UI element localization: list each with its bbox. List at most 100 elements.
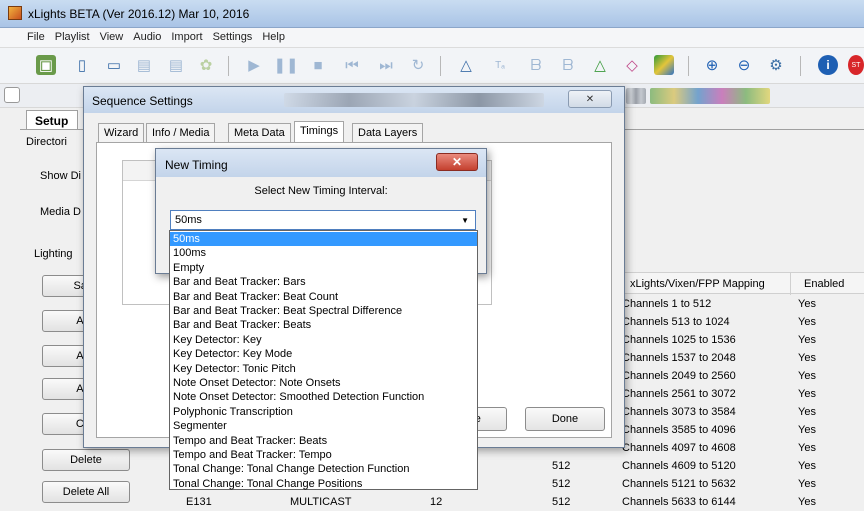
toolbar-separator — [688, 56, 689, 76]
dropdown-option[interactable]: Bar and Beat Tracker: Beats — [170, 318, 477, 332]
menu-bar: File Playlist View Audio Import Settings Help — [0, 28, 864, 48]
mapping-cell: Channels 3585 to 4096 — [622, 424, 736, 436]
dropdown-option[interactable]: Bar and Beat Tracker: Beat Count — [170, 290, 477, 304]
pause-icon[interactable]: ❚❚ — [273, 55, 298, 75]
channel-count-cell: 512 — [552, 478, 571, 490]
new-file-icon[interactable]: ▯ — [72, 55, 92, 75]
replay-icon[interactable]: ↻ — [408, 55, 428, 75]
zoom-in-icon[interactable]: ⊕ — [702, 55, 722, 75]
tab-meta-data[interactable]: Meta Data — [228, 123, 291, 143]
dropdown-option[interactable]: Polyphonic Transcription — [170, 405, 477, 419]
render-icon[interactable]: ✿ — [196, 55, 216, 75]
dropdown-option[interactable]: Key Detector: Tonic Pitch — [170, 362, 477, 376]
blurred-background-strip — [284, 93, 544, 107]
ramp-icon[interactable]: △ — [456, 55, 476, 75]
save-as-icon[interactable]: ▤ — [166, 55, 186, 75]
dropdown-option[interactable]: Bar and Beat Tracker: Beat Spectral Diff… — [170, 304, 477, 318]
tab-timings[interactable]: Timings — [294, 121, 345, 144]
open-icon[interactable]: ▭ — [104, 55, 124, 75]
sequence-settings-titlebar[interactable]: Sequence Settings ✕ — [84, 87, 624, 113]
enabled-cell: Yes — [798, 388, 816, 400]
bars-alt-icon[interactable]: ᗷ — [558, 55, 578, 75]
tab-setup[interactable]: Setup — [26, 110, 78, 130]
universe-cell: 12 — [430, 496, 443, 508]
dropdown-option[interactable]: Tempo and Beat Tracker: Tempo — [170, 448, 477, 462]
enabled-cell: Yes — [798, 460, 816, 472]
new-sequence-icon[interactable]: ▣ — [36, 55, 56, 75]
mapping-cell: Channels 513 to 1024 — [622, 316, 730, 328]
white-color-swatch-icon[interactable] — [4, 87, 20, 103]
enabled-cell: Yes — [798, 352, 816, 364]
info-icon[interactable]: i — [818, 55, 838, 75]
blurred-effect-icons — [650, 88, 770, 104]
dropdown-option[interactable]: Key Detector: Key — [170, 333, 477, 347]
zoom-out-icon[interactable]: ⊖ — [734, 55, 754, 75]
enabled-cell: Yes — [798, 406, 816, 418]
blurred-toolbar-icon — [626, 88, 646, 104]
toolbar-separator — [440, 56, 441, 76]
toolbar-separator — [228, 56, 229, 76]
mapping-cell: Channels 2049 to 2560 — [622, 370, 736, 382]
tab-wizard[interactable]: Wizard — [98, 123, 145, 143]
dropdown-option[interactable]: Tonal Change: Tonal Change Detection Fun… — [170, 462, 477, 476]
new-timing-titlebar[interactable]: New Timing ✕ — [156, 149, 486, 177]
main-toolbar: ▣ ▯ ▭ ▤ ▤ ✿ ▶ ❚❚ ■ ⏮ ⏭ ↻ △ Tₐ ᗷ ᗷ △ ◇ ⊕ … — [0, 48, 864, 84]
mapping-cell: Channels 1025 to 1536 — [622, 334, 736, 346]
forward-icon[interactable]: ⏭ — [376, 55, 396, 75]
menu-view[interactable]: View — [95, 28, 129, 46]
menu-audio[interactable]: Audio — [128, 28, 166, 46]
menu-help[interactable]: Help — [257, 28, 290, 46]
delete-network-button[interactable]: Delete — [42, 449, 130, 471]
menu-file[interactable]: File — [22, 28, 50, 46]
table-row[interactable]: E131 MULTICAST 12 512 Channels 5633 to 6144 Y… — [120, 494, 864, 511]
bars-icon[interactable]: ᗷ — [526, 55, 546, 75]
settings-gear-icon[interactable]: ⚙ — [766, 55, 786, 75]
stop-sign-icon[interactable]: ST — [848, 55, 864, 75]
show-directory-label: Show Di — [40, 170, 81, 182]
close-icon[interactable]: ✕ — [436, 153, 478, 171]
menu-settings[interactable]: Settings — [208, 28, 258, 46]
dropdown-option[interactable]: 50ms — [170, 232, 477, 247]
dropdown-option[interactable]: Note Onset Detector: Smoothed Detection … — [170, 390, 477, 404]
lighting-networks-label: Lighting — [34, 248, 73, 260]
window-title: xLights BETA (Ver 2016.12) Mar 10, 2016 — [28, 7, 250, 21]
dropdown-option[interactable]: 100ms — [170, 246, 477, 260]
enabled-cell: Yes — [798, 298, 816, 310]
tab-info-media[interactable]: Info / Media — [146, 123, 216, 143]
mapping-cell: Channels 4097 to 4608 — [622, 442, 736, 454]
enabled-column-header[interactable]: Enabled — [804, 278, 844, 290]
tab-data-layers[interactable]: Data Layers — [352, 123, 424, 143]
directories-group-label: Directori — [26, 136, 67, 148]
grid-color-icon[interactable] — [654, 55, 674, 75]
network-grid-header: xLights/Vixen/FPP Mapping Enabled — [618, 272, 864, 295]
selected-timing-value: 50ms — [175, 214, 202, 226]
triangle-icon[interactable]: △ — [590, 55, 610, 75]
menu-import[interactable]: Import — [166, 28, 207, 46]
chevron-down-icon[interactable]: ▼ — [461, 216, 469, 225]
new-timing-title: New Timing — [165, 158, 228, 172]
dropdown-option[interactable]: Note Onset Detector: Note Onsets — [170, 376, 477, 390]
dropdown-option[interactable]: Key Detector: Key Mode — [170, 347, 477, 361]
diamond-icon[interactable]: ◇ — [622, 55, 642, 75]
done-button[interactable]: Done — [525, 407, 605, 431]
text-icon[interactable]: Tₐ — [490, 55, 510, 75]
stop-icon[interactable]: ■ — [308, 55, 328, 75]
menu-playlist[interactable]: Playlist — [50, 28, 95, 46]
dropdown-option[interactable]: Bar and Beat Tracker: Bars — [170, 275, 477, 289]
mapping-cell: Channels 1537 to 2048 — [622, 352, 736, 364]
dropdown-option[interactable]: Segmenter — [170, 419, 477, 433]
play-icon[interactable]: ▶ — [244, 55, 264, 75]
close-icon[interactable]: ✕ — [568, 90, 612, 108]
rewind-icon[interactable]: ⏮ — [342, 55, 362, 75]
timing-interval-select[interactable]: 50ms ▼ — [170, 210, 476, 230]
save-icon[interactable]: ▤ — [134, 55, 154, 75]
enabled-cell: Yes — [798, 496, 816, 508]
dropdown-option[interactable]: Tempo and Beat Tracker: Beats — [170, 434, 477, 448]
delete-all-button[interactable]: Delete All — [42, 481, 130, 503]
sequence-settings-title: Sequence Settings — [92, 94, 193, 108]
media-directory-label: Media D — [40, 206, 81, 218]
mapping-column-header[interactable]: xLights/Vixen/FPP Mapping — [630, 278, 765, 290]
mapping-cell: Channels 5121 to 5632 — [622, 478, 736, 490]
dropdown-option[interactable]: Empty — [170, 261, 477, 275]
dropdown-option[interactable]: Tonal Change: Tonal Change Positions — [170, 477, 477, 491]
